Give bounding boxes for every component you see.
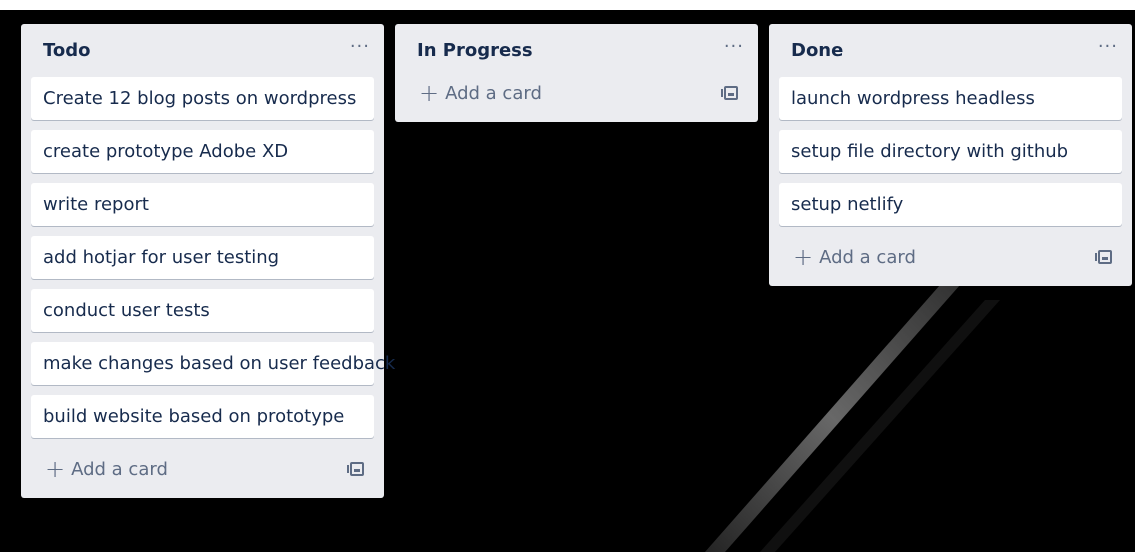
card[interactable]: setup file directory with github [779,130,1122,173]
list-title[interactable]: Todo [43,40,91,61]
card-template-icon[interactable] [721,86,738,100]
card[interactable]: Create 12 blog posts on wordpress [31,77,374,120]
card[interactable]: make changes based on user feedback [31,342,395,385]
card[interactable]: launch wordpress headless [779,77,1122,120]
add-card-button[interactable]: + Add a card [419,81,542,105]
plus-icon: + [419,79,440,107]
card[interactable]: add hotjar for user testing [31,236,374,279]
list-header: Todo ··· [31,24,374,77]
card-list: Create 12 blog posts on wordpress create… [31,77,395,448]
add-card-label: Add a card [445,82,542,104]
plus-icon: + [793,243,814,271]
add-card-row: + Add a card [405,72,748,114]
list-title[interactable]: Done [791,40,843,61]
plus-icon: + [45,455,66,483]
list-header: In Progress ··· [405,24,748,77]
card-list: launch wordpress headless setup file dir… [779,77,1122,236]
add-card-button[interactable]: + Add a card [793,245,916,269]
add-card-row: + Add a card [779,236,1122,278]
list-menu-icon[interactable]: ··· [350,37,370,64]
list-header: Done ··· [779,24,1122,77]
board: Todo ··· Create 12 blog posts on wordpre… [0,0,1135,552]
list-done: Done ··· launch wordpress headless setup… [769,24,1132,286]
list-todo: Todo ··· Create 12 blog posts on wordpre… [21,24,395,498]
list-menu-icon[interactable]: ··· [724,37,744,64]
card-template-icon[interactable] [1095,250,1112,264]
card[interactable]: conduct user tests [31,289,374,332]
card-template-icon[interactable] [347,462,364,476]
card[interactable]: setup netlify [779,183,1122,226]
add-card-label: Add a card [819,246,916,268]
add-card-row: + Add a card [31,448,374,490]
list-in-progress: In Progress ··· + Add a card [395,24,758,122]
add-card-button[interactable]: + Add a card [45,457,168,481]
add-card-label: Add a card [71,458,168,480]
card[interactable]: create prototype Adobe XD [31,130,374,173]
list-title[interactable]: In Progress [417,40,533,61]
card[interactable]: build website based on prototype [31,395,374,438]
list-menu-icon[interactable]: ··· [1098,37,1118,64]
card[interactable]: write report [31,183,374,226]
